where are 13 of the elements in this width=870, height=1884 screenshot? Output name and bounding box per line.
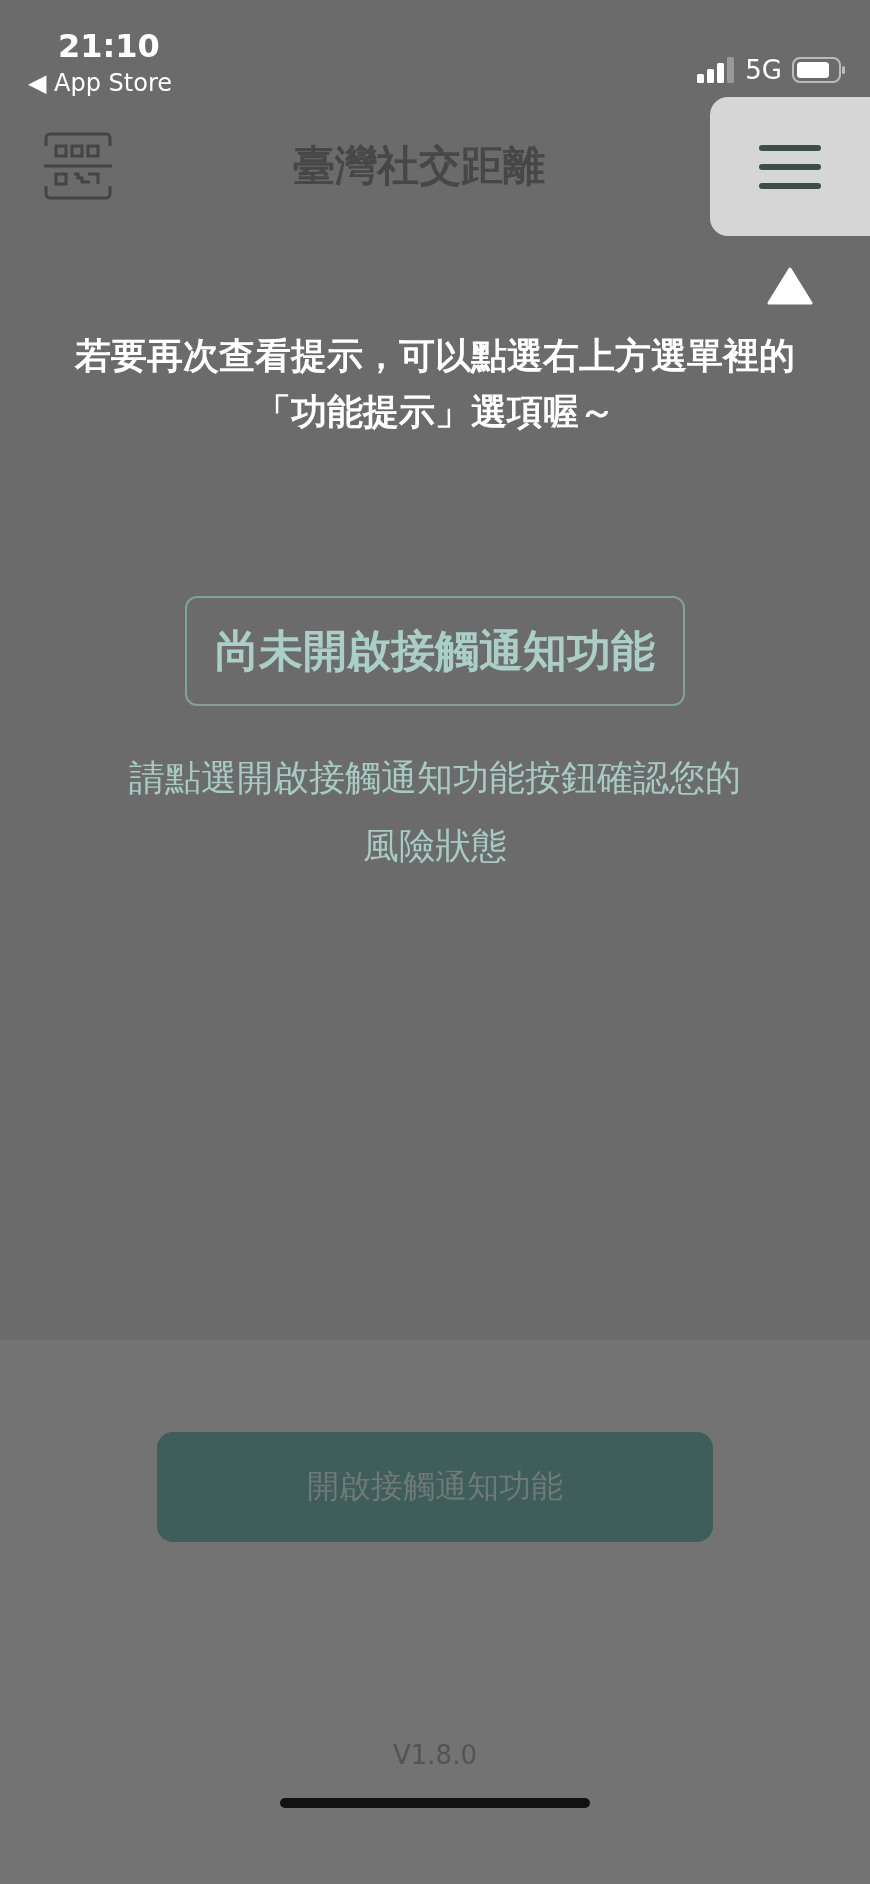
back-link[interactable]: ◀ App Store xyxy=(28,66,173,100)
menu-button[interactable] xyxy=(710,97,870,236)
status-description: 風險狀態 xyxy=(363,824,507,868)
tip-text: 若要再次查看提示，可以點選右上方選單裡的 xyxy=(75,334,795,378)
menu-icon xyxy=(759,144,821,189)
status-description: 請點選開啟接觸通知功能按鈕確認您的 xyxy=(129,756,741,800)
pointer-triangle-icon xyxy=(767,267,813,305)
tip-text: 「功能提示」選項喔～ xyxy=(255,390,615,434)
battery-icon xyxy=(792,57,846,83)
signal-icon xyxy=(697,57,736,83)
network-label: 5G xyxy=(745,55,782,85)
status-label: 尚未開啟接觸通知功能 xyxy=(185,596,685,706)
status-time: 21:10 xyxy=(58,26,160,66)
